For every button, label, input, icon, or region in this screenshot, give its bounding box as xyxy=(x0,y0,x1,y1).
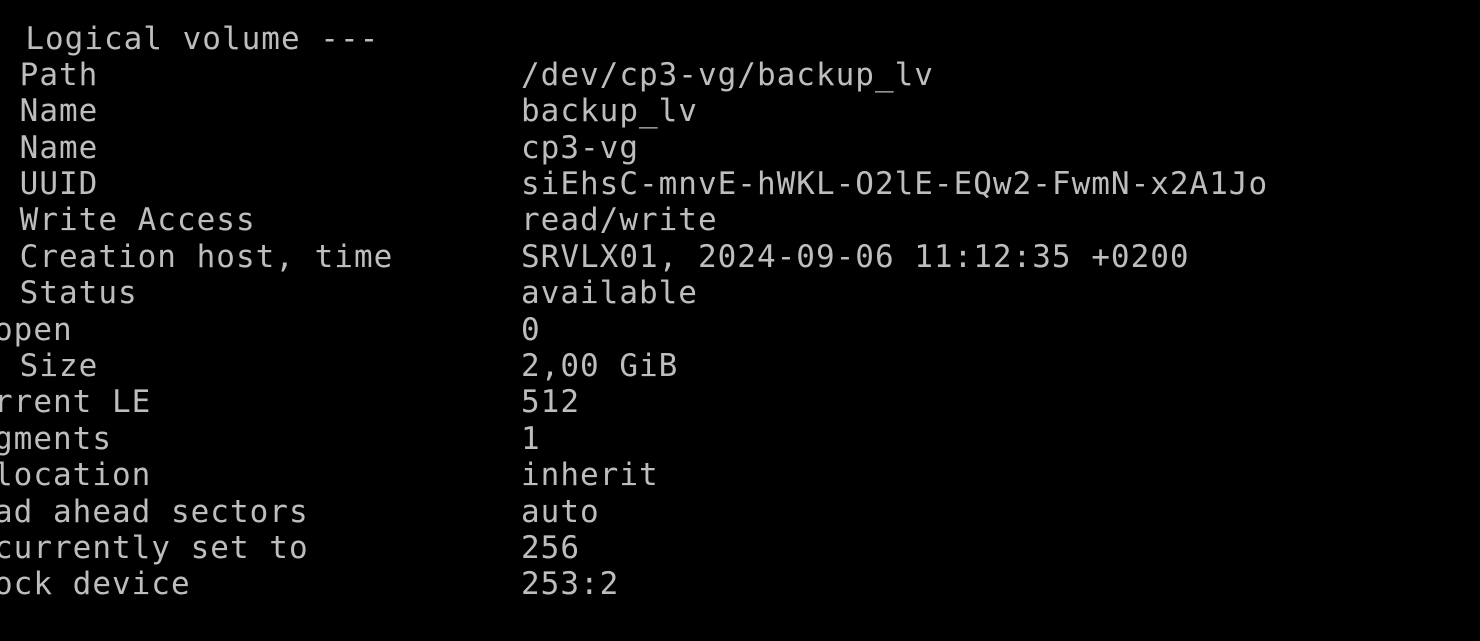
lv-uuid-value: siEhsC-mnvE-hWKL-O2lE-EQw2-FwmN-x2A1Jo xyxy=(521,166,1269,202)
lv-row-open: open 0 xyxy=(0,312,1480,348)
lv-path-value: /dev/cp3-vg/backup_lv xyxy=(521,57,934,93)
lv-creation-label: Creation host, time xyxy=(0,239,394,275)
lv-segments-value: 1 xyxy=(521,421,541,457)
vg-row-name: Name cp3-vg xyxy=(0,130,1480,166)
lv-creation-value: SRVLX01, 2024-09-06 11:12:35 +0200 xyxy=(521,239,1190,275)
lv-row-uuid: UUID siEhsC-mnvE-hWKL-O2lE-EQw2-FwmN-x2A… xyxy=(0,166,1480,202)
lv-allocation-value: inherit xyxy=(521,457,659,493)
lv-row-write-access: Write Access read/write xyxy=(0,202,1480,238)
lv-current-le-value: 512 xyxy=(521,384,580,420)
lv-row-allocation: location inherit xyxy=(0,457,1480,493)
lv-name-value: backup_lv xyxy=(521,93,698,129)
lv-row-segments: gments 1 xyxy=(0,421,1480,457)
lv-read-ahead-value: auto xyxy=(521,494,600,530)
lv-size-value: 2,00 GiB xyxy=(521,348,679,384)
vg-name-value: cp3-vg xyxy=(521,130,639,166)
lv-currently-set-label: currently set to xyxy=(0,530,309,566)
lv-block-device-label: ock device xyxy=(0,566,191,602)
lv-open-value: 0 xyxy=(521,312,541,348)
lv-row-current-le: rrent LE 512 xyxy=(0,384,1480,420)
lv-row-read-ahead: ad ahead sectors auto xyxy=(0,494,1480,530)
lv-allocation-label: location xyxy=(0,457,152,493)
lv-row-block-device: ock device 253:2 xyxy=(0,566,1480,602)
vg-name-label: Name xyxy=(0,130,99,166)
lv-header-line: - Logical volume --- xyxy=(0,21,1480,57)
lv-block-device-value: 253:2 xyxy=(521,566,620,602)
lv-size-label: Size xyxy=(0,348,99,384)
lv-write-access-label: Write Access xyxy=(0,202,256,238)
lv-current-le-label: rrent LE xyxy=(0,384,152,420)
terminal-screen[interactable]: - Logical volume --- Path /dev/cp3-vg/ba… xyxy=(0,0,1480,641)
lv-uuid-label: UUID xyxy=(0,166,99,202)
lv-row-currently-set: currently set to 256 xyxy=(0,530,1480,566)
lv-row-name: Name backup_lv xyxy=(0,93,1480,129)
lv-currently-set-value: 256 xyxy=(521,530,580,566)
lv-write-access-value: read/write xyxy=(521,202,718,238)
lv-status-label: Status xyxy=(0,275,138,311)
lv-open-label: open xyxy=(0,312,73,348)
lv-row-size: Size 2,00 GiB xyxy=(0,348,1480,384)
lv-name-label: Name xyxy=(0,93,99,129)
lv-segments-label: gments xyxy=(0,421,112,457)
lv-read-ahead-label: ad ahead sectors xyxy=(0,494,309,530)
lv-status-value: available xyxy=(521,275,698,311)
lv-row-path: Path /dev/cp3-vg/backup_lv xyxy=(0,57,1480,93)
lv-header: - Logical volume --- xyxy=(0,21,380,57)
lv-path-label: Path xyxy=(0,57,99,93)
lv-row-creation: Creation host, time SRVLX01, 2024-09-06 … xyxy=(0,239,1480,275)
lv-row-status: Status available xyxy=(0,275,1480,311)
